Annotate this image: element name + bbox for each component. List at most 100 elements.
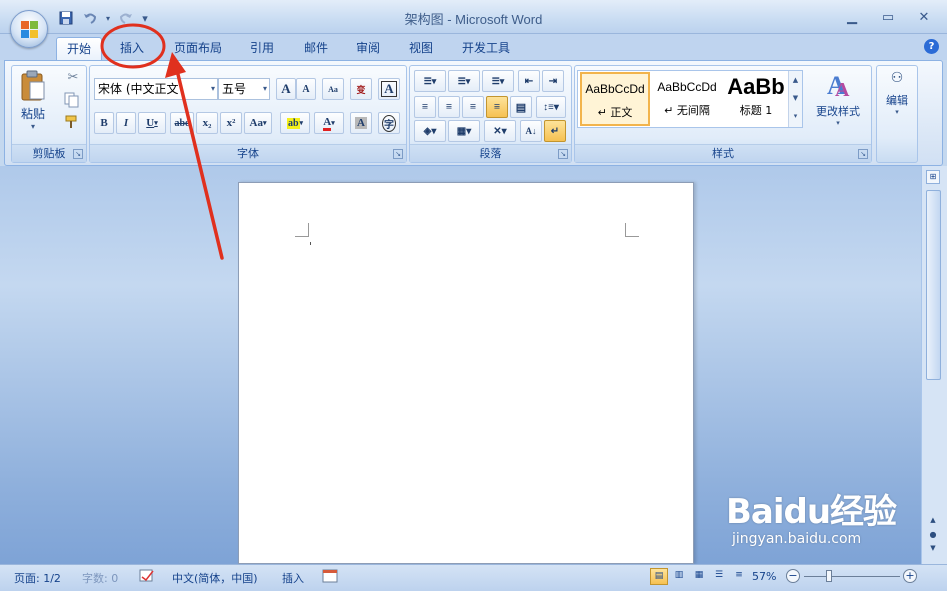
align-right-button[interactable]: ≡ <box>462 96 484 118</box>
paste-button[interactable]: 粘贴 ▾ <box>16 68 50 138</box>
page-count[interactable]: 页面: 1/2 <box>14 570 61 586</box>
align-center-button[interactable]: ≡ <box>438 96 460 118</box>
tab-developer[interactable]: 开发工具 <box>452 37 520 60</box>
web-layout-view-icon[interactable]: ▦ <box>690 568 708 585</box>
paragraph-launcher-icon[interactable]: ↘ <box>558 149 568 159</box>
font-color-button[interactable]: A ▾ <box>314 112 344 134</box>
borders-button[interactable]: ▦▾ <box>448 120 480 142</box>
decrease-indent-button[interactable]: ⇤ <box>518 70 540 92</box>
character-shading-button[interactable]: A <box>350 112 372 134</box>
tab-references[interactable]: 引用 <box>240 37 284 60</box>
chinese-layout-button[interactable]: ✕▾ <box>484 120 516 142</box>
shrink-font-icon: A <box>302 83 310 95</box>
character-border-button[interactable]: A <box>378 78 400 100</box>
language-indicator[interactable]: 中文(简体，中国) <box>172 570 258 586</box>
change-styles-icon: AA <box>827 71 850 101</box>
styles-gallery: AaBbCcDd ↵ 正文 AaBbCcDd ↵ 无间隔 AaBb 标题 1 ▲… <box>577 70 803 128</box>
superscript-button[interactable]: x² <box>220 112 242 134</box>
editing-button[interactable]: ⚇ 编辑 ▾ <box>877 70 917 160</box>
document-page[interactable] <box>238 182 694 564</box>
tab-view[interactable]: 视图 <box>399 37 443 60</box>
line-spacing-button[interactable]: ↕≡▾ <box>536 96 566 118</box>
browse-object-icon[interactable]: ● <box>926 530 940 542</box>
bold-button[interactable]: B <box>94 112 114 134</box>
view-buttons: ▤ ▥ ▦ ☰ ≡ <box>650 568 748 585</box>
increase-indent-button[interactable]: ⇥ <box>542 70 564 92</box>
grow-font-button[interactable]: A <box>276 78 296 100</box>
close-button[interactable]: ✕ <box>907 6 941 28</box>
zoom-in-icon[interactable]: + <box>903 569 917 583</box>
font-name-combo[interactable]: 宋体 (中文正文 ▾ <box>94 78 218 100</box>
align-left-button[interactable]: ≡ <box>414 96 436 118</box>
multilevel-list-icon: ☰▾ <box>491 75 505 86</box>
zoom-slider[interactable] <box>804 576 900 577</box>
style-no-spacing[interactable]: AaBbCcDd ↵ 无间隔 <box>652 72 722 126</box>
paragraph-group-label: 段落 <box>410 144 571 162</box>
change-case-button[interactable]: Aa ▾ <box>244 112 272 134</box>
multilevel-list-button[interactable]: ☰▾ <box>482 70 514 92</box>
italic-button[interactable]: I <box>116 112 136 134</box>
tab-review[interactable]: 审阅 <box>346 37 390 60</box>
show-marks-button[interactable]: ↵ <box>544 120 566 142</box>
vertical-scrollbar[interactable]: ⊞ ▲ ● ▼ <box>921 166 947 564</box>
reading-view-icon[interactable]: ▥ <box>670 568 688 585</box>
font-size-combo[interactable]: 五号 ▾ <box>218 78 270 100</box>
insert-mode-indicator[interactable]: 插入 <box>282 570 304 586</box>
numbering-button[interactable]: ☰▾ <box>448 70 480 92</box>
help-icon[interactable]: ? <box>924 39 939 54</box>
subscript-button[interactable]: x₂ <box>196 112 218 134</box>
strikethrough-icon: abe <box>174 117 190 129</box>
clipboard-launcher-icon[interactable]: ↘ <box>73 149 83 159</box>
justify-button[interactable]: ≡ <box>486 96 508 118</box>
tab-mailings[interactable]: 邮件 <box>294 37 338 60</box>
copy-icon[interactable] <box>64 92 82 110</box>
underline-button[interactable]: U ▾ <box>138 112 166 134</box>
distributed-button[interactable]: ▤ <box>510 96 532 118</box>
text-cursor <box>310 242 311 245</box>
ruler-toggle-icon[interactable]: ⊞ <box>926 170 940 184</box>
proofing-icon[interactable] <box>138 568 156 587</box>
word-count[interactable]: 字数: 0 <box>82 570 118 586</box>
shading-button[interactable]: ◈▾ <box>414 120 446 142</box>
phonetic-guide-button[interactable]: 变 <box>350 78 372 100</box>
enclose-characters-button[interactable]: 字 <box>378 112 400 134</box>
paragraph-group: ☰▾ ☰▾ ☰▾ ⇤ ⇥ ≡ ≡ ≡ ≡ ▤ ↕≡▾ ◈▾ ▦▾ ✕▾ A↓ ↵… <box>409 65 572 163</box>
zoom-slider-thumb[interactable] <box>826 570 832 582</box>
style-heading-1[interactable]: AaBb 标题 1 <box>724 72 788 126</box>
tab-page-layout[interactable]: 页面布局 <box>164 37 232 60</box>
decrease-indent-icon: ⇤ <box>524 75 534 87</box>
scroll-thumb[interactable] <box>926 190 941 380</box>
cut-icon[interactable]: ✂ <box>64 70 82 88</box>
minimize-button[interactable]: ▁ <box>835 6 869 28</box>
print-layout-view-icon[interactable]: ▤ <box>650 568 668 585</box>
shrink-font-button[interactable]: A <box>296 78 316 100</box>
gallery-scroll[interactable]: ▲ ▼ ▾ <box>788 71 802 127</box>
bullet-list-icon: ☰▾ <box>423 75 437 86</box>
zoom-level[interactable]: 57% <box>752 570 776 583</box>
macro-record-icon[interactable] <box>322 568 338 587</box>
next-page-icon[interactable]: ▼ <box>926 544 940 556</box>
change-styles-label: 更改样式 <box>816 105 860 118</box>
clear-format-button[interactable]: Aa <box>322 78 344 100</box>
office-button[interactable] <box>10 10 48 48</box>
strikethrough-button[interactable]: abe <box>170 112 194 134</box>
outline-view-icon[interactable]: ☰ <box>710 568 728 585</box>
styles-launcher-icon[interactable]: ↘ <box>858 149 868 159</box>
sort-button[interactable]: A↓ <box>520 120 542 142</box>
style-name: ↵ 无间隔 <box>664 104 710 117</box>
bold-icon: B <box>100 117 108 129</box>
format-painter-icon[interactable] <box>64 114 82 132</box>
style-sample: AaBbCcDd <box>585 82 645 96</box>
zoom-out-icon[interactable]: − <box>786 569 800 583</box>
previous-page-icon[interactable]: ▲ <box>926 516 940 528</box>
bullets-button[interactable]: ☰▾ <box>414 70 446 92</box>
style-normal[interactable]: AaBbCcDd ↵ 正文 <box>580 72 650 126</box>
tab-home[interactable]: 开始 <box>56 37 103 60</box>
draft-view-icon[interactable]: ≡ <box>730 568 748 585</box>
highlight-button[interactable]: ab ▾ <box>280 112 310 134</box>
change-styles-button[interactable]: AA 更改样式 ▾ <box>809 68 867 140</box>
font-launcher-icon[interactable]: ↘ <box>393 149 403 159</box>
maximize-button[interactable]: ▭ <box>871 6 905 28</box>
tab-insert[interactable]: 插入 <box>110 37 154 60</box>
editing-group: ⚇ 编辑 ▾ <box>876 65 918 163</box>
